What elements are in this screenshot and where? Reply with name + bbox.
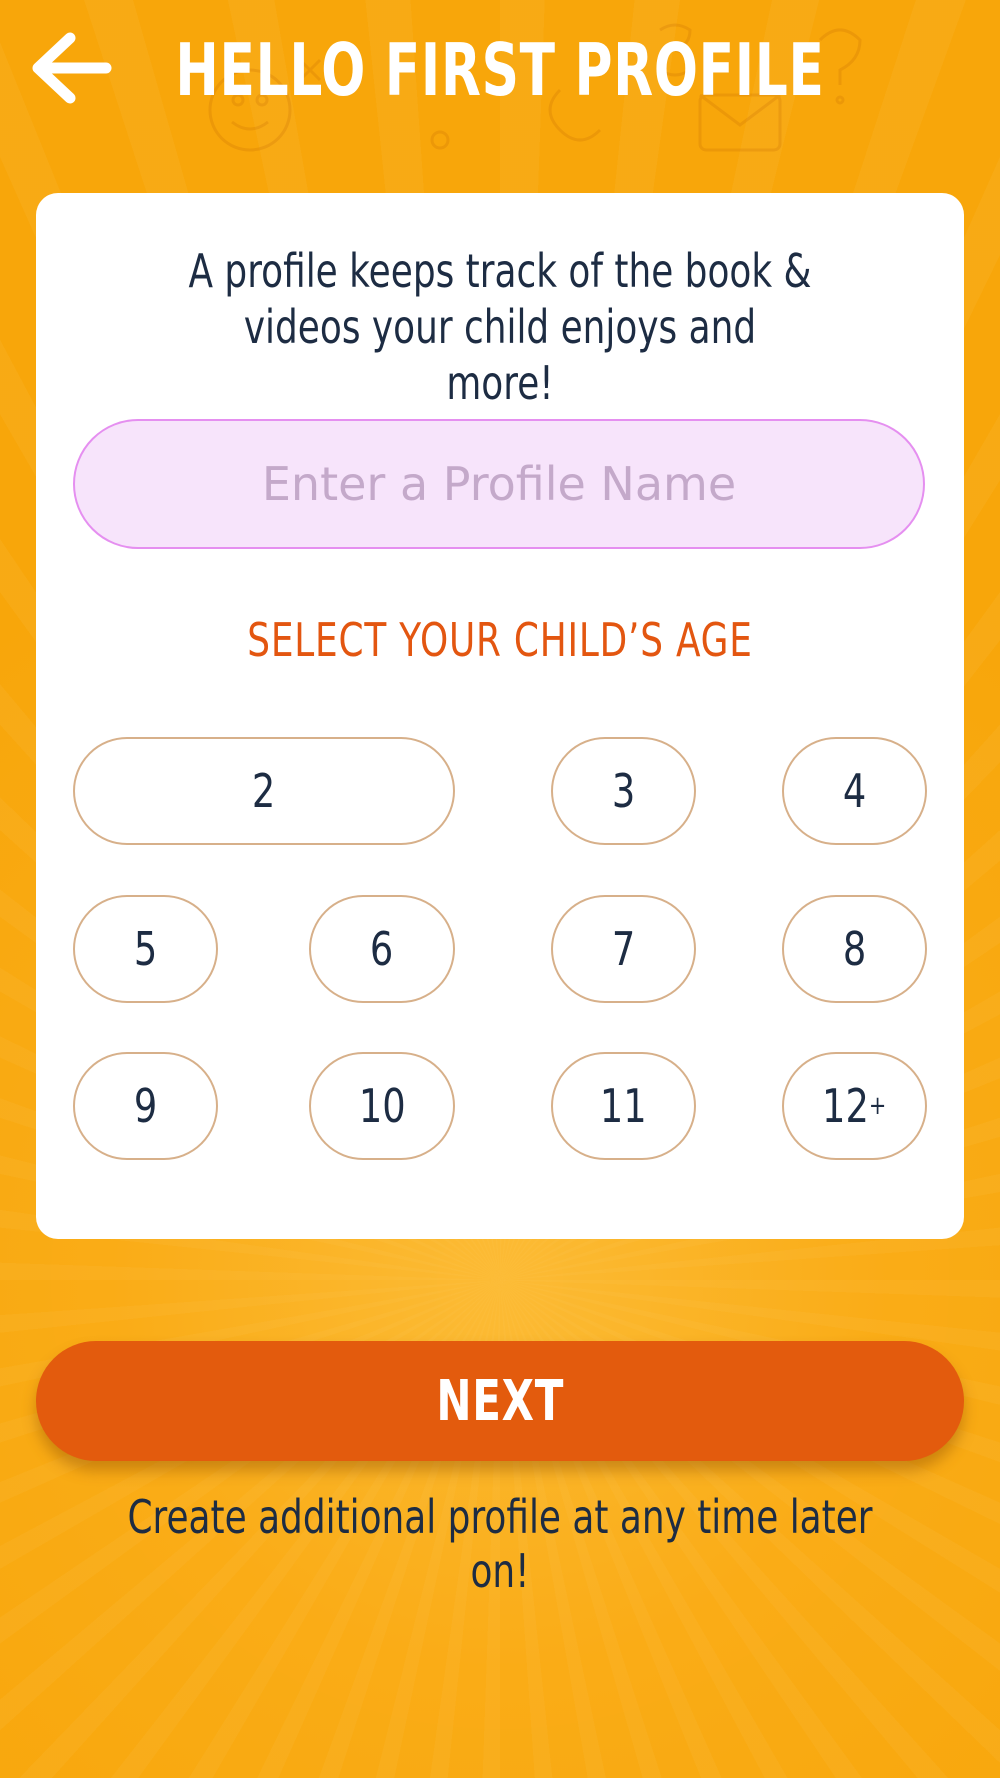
header: HELLO FIRST PROFILE <box>0 0 1000 140</box>
back-button[interactable] <box>30 30 114 106</box>
age-option-9[interactable]: 9 <box>73 1052 218 1160</box>
plus-suffix: + <box>869 1091 887 1121</box>
intro-text: A profile keeps track of the book & vide… <box>188 244 812 410</box>
age-option-label: 7 <box>611 922 636 976</box>
age-option-3[interactable]: 3 <box>551 737 696 845</box>
age-option-12-plus[interactable]: 12+ <box>782 1052 927 1160</box>
footer-note: Create additional profile at any time la… <box>127 1490 873 1598</box>
age-option-10[interactable]: 10 <box>309 1052 455 1160</box>
next-button-label: NEXT <box>436 1368 564 1434</box>
age-option-label: 5 <box>133 922 158 976</box>
age-option-label: 2 <box>252 764 276 818</box>
age-option-7[interactable]: 7 <box>551 895 696 1003</box>
arrow-left-icon <box>32 32 112 104</box>
age-option-label: 6 <box>370 922 394 976</box>
age-option-6[interactable]: 6 <box>309 895 455 1003</box>
age-option-label: 3 <box>611 764 636 818</box>
age-value: 12 <box>822 1079 870 1133</box>
next-button[interactable]: NEXT <box>36 1341 964 1461</box>
age-option-label: 4 <box>842 764 867 818</box>
age-option-4[interactable]: 4 <box>782 737 927 845</box>
age-option-label: 12+ <box>822 1079 886 1133</box>
age-option-label: 8 <box>842 922 867 976</box>
page-title: HELLO FIRST PROFILE <box>175 28 825 112</box>
age-option-5[interactable]: 5 <box>73 895 218 1003</box>
profile-name-input[interactable] <box>73 419 925 549</box>
age-option-2[interactable]: 2 <box>73 737 455 845</box>
age-option-11[interactable]: 11 <box>551 1052 696 1160</box>
age-option-label: 10 <box>358 1079 406 1133</box>
age-option-label: 11 <box>600 1079 647 1133</box>
age-option-label: 9 <box>133 1079 158 1133</box>
profile-card: A profile keeps track of the book & vide… <box>36 193 964 1239</box>
age-section-title: SELECT YOUR CHILD’S AGE <box>247 613 753 667</box>
age-option-8[interactable]: 8 <box>782 895 927 1003</box>
